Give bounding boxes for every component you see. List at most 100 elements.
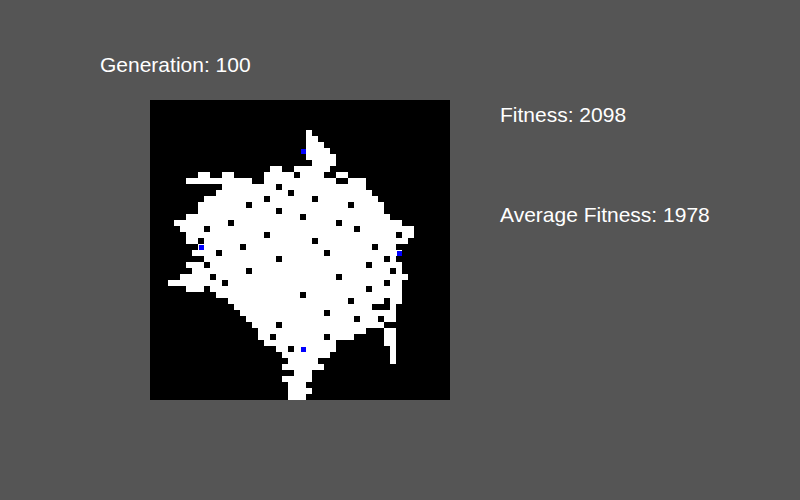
visited-cell — [330, 190, 336, 196]
visited-cell — [378, 268, 384, 274]
visited-cell — [222, 286, 228, 292]
visited-cell — [360, 304, 366, 310]
visited-cell — [294, 280, 300, 286]
visited-cell — [180, 220, 186, 226]
visited-cell — [216, 196, 222, 202]
visited-cell — [396, 226, 402, 232]
visited-cell — [354, 196, 360, 202]
visited-cell — [234, 208, 240, 214]
visited-cell — [384, 292, 390, 298]
visited-cell — [312, 298, 318, 304]
visited-cell — [366, 304, 372, 310]
visited-cell — [270, 262, 276, 268]
visited-cell — [288, 286, 294, 292]
visited-cell — [318, 340, 324, 346]
visited-cell — [348, 184, 354, 190]
visited-cell — [312, 334, 318, 340]
visited-cell — [330, 220, 336, 226]
visited-cell — [258, 214, 264, 220]
visited-cell — [300, 208, 306, 214]
visited-cell — [246, 262, 252, 268]
visited-cell — [282, 334, 288, 340]
visited-cell — [330, 322, 336, 328]
visited-cell — [372, 280, 378, 286]
visited-cell — [390, 232, 396, 238]
visited-cell — [210, 286, 216, 292]
visited-cell — [186, 238, 192, 244]
visited-cell — [342, 238, 348, 244]
visited-cell — [204, 172, 210, 178]
visited-cell — [288, 184, 294, 190]
visited-cell — [300, 166, 306, 172]
visited-cell — [270, 244, 276, 250]
visited-cell — [270, 316, 276, 322]
visited-cell — [354, 184, 360, 190]
visited-cell — [192, 280, 198, 286]
visited-cell — [354, 328, 360, 334]
visited-cell — [300, 310, 306, 316]
visited-cell — [342, 262, 348, 268]
visited-cell — [354, 262, 360, 268]
visited-cell — [300, 364, 306, 370]
visited-cell — [318, 190, 324, 196]
visited-cell — [360, 196, 366, 202]
visited-cell — [324, 148, 330, 154]
visited-cell — [336, 304, 342, 310]
visited-cell — [306, 244, 312, 250]
visited-cell — [192, 232, 198, 238]
visited-cell — [324, 238, 330, 244]
visited-cell — [384, 232, 390, 238]
visited-cell — [240, 298, 246, 304]
visited-cell — [276, 316, 282, 322]
visited-cell — [282, 262, 288, 268]
visited-cell — [384, 226, 390, 232]
visited-cell — [372, 268, 378, 274]
visited-cell — [348, 310, 354, 316]
visited-cell — [312, 292, 318, 298]
visited-cell — [300, 202, 306, 208]
visited-cell — [198, 268, 204, 274]
visited-cell — [378, 244, 384, 250]
visited-cell — [252, 298, 258, 304]
visited-cell — [204, 178, 210, 184]
visited-cell — [300, 220, 306, 226]
visited-cell — [360, 238, 366, 244]
visited-cell — [222, 184, 228, 190]
visited-cell — [372, 298, 378, 304]
visited-cell — [270, 202, 276, 208]
visited-cell — [360, 292, 366, 298]
visited-cell — [378, 310, 384, 316]
visited-cell — [234, 250, 240, 256]
visited-cell — [210, 250, 216, 256]
visited-cell — [252, 316, 258, 322]
visited-cell — [288, 292, 294, 298]
visited-cell — [228, 196, 234, 202]
visited-cell — [300, 352, 306, 358]
visited-cell — [192, 238, 198, 244]
visited-cell — [306, 202, 312, 208]
visited-cell — [276, 286, 282, 292]
visited-cell — [366, 220, 372, 226]
visited-cell — [234, 184, 240, 190]
visited-cell — [336, 214, 342, 220]
visited-cell — [216, 274, 222, 280]
visited-cell — [222, 220, 228, 226]
visited-cell — [330, 244, 336, 250]
visited-cell — [216, 238, 222, 244]
visited-cell — [324, 154, 330, 160]
visited-cell — [378, 274, 384, 280]
visited-cell — [288, 310, 294, 316]
visited-cell — [324, 178, 330, 184]
visited-cell — [198, 172, 204, 178]
visited-cell — [288, 304, 294, 310]
visited-cell — [312, 202, 318, 208]
visited-cell — [330, 280, 336, 286]
visited-cell — [210, 232, 216, 238]
simulation-screen: Generation: 100Fitness: 2098Average Fitn… — [0, 0, 800, 500]
visited-cell — [378, 298, 384, 304]
visited-cell — [180, 274, 186, 280]
visited-cell — [318, 220, 324, 226]
visited-cell — [366, 226, 372, 232]
visited-cell — [300, 268, 306, 274]
visited-cell — [378, 286, 384, 292]
